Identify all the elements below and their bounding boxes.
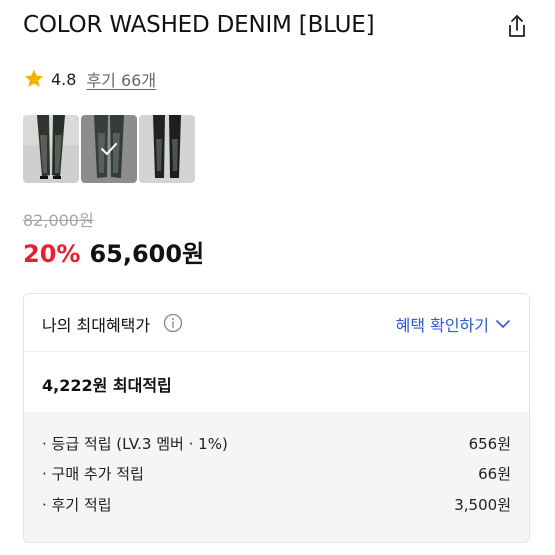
thumbnail-3[interactable] [139, 115, 195, 183]
thumbnail-gallery [23, 115, 195, 183]
breakdown-value: 3,500원 [454, 495, 511, 514]
breakdown-label: · 구매 추가 적립 [42, 464, 144, 483]
rating-value: 4.8 [51, 69, 77, 89]
max-benefit-card: 나의 최대혜택가 혜택 확인하기 4,222원 최대적립 · 등급 적립 (LV… [23, 293, 530, 543]
benefit-title: 나의 최대혜택가 [42, 316, 151, 335]
breakdown-label: · 후기 적립 [42, 495, 112, 514]
breakdown-row: · 구매 추가 적립 66원 [42, 461, 511, 485]
discount-rate: 20% [23, 240, 81, 268]
rating-row: 4.8 후기 66개 [23, 66, 156, 92]
product-title: COLOR WASHED DENIM [BLUE] [23, 12, 375, 38]
original-price: 82,000원 [23, 211, 94, 230]
breakdown-value: 66원 [478, 464, 511, 483]
breakdown-row: · 후기 적립 3,500원 [42, 492, 511, 516]
check-benefit-button[interactable]: 혜택 확인하기 [396, 312, 511, 336]
jeans-photo [139, 115, 195, 183]
sale-price: 65,600원 [89, 240, 205, 268]
benefit-card-header: 나의 최대혜택가 혜택 확인하기 [24, 294, 529, 352]
selected-overlay [81, 115, 137, 183]
check-icon [101, 143, 117, 155]
star-icon [24, 69, 44, 87]
price-row: 20% 65,600원 [23, 234, 204, 269]
check-benefit-label: 혜택 확인하기 [395, 316, 489, 335]
reviews-link[interactable]: 후기 66개 [86, 67, 156, 91]
info-icon[interactable] [163, 313, 183, 333]
points-breakdown: · 등급 적립 (LV.3 멤버 · 1%) 656원 · 구매 추가 적립 6… [24, 412, 529, 542]
product-detail-page: COLOR WASHED DENIM [BLUE] 4.8 후기 66개 82,… [0, 0, 555, 555]
thumbnail-2-selected[interactable] [81, 115, 137, 183]
thumbnail-1[interactable] [23, 115, 79, 183]
breakdown-label: · 등급 적립 (LV.3 멤버 · 1%) [42, 434, 228, 453]
max-points: 4,222원 최대적립 [42, 376, 172, 395]
jeans-photo [23, 115, 79, 183]
share-icon [509, 15, 525, 37]
chevron-down-icon [496, 320, 510, 328]
breakdown-value: 656원 [468, 434, 511, 453]
share-button[interactable] [504, 13, 530, 41]
breakdown-row: · 등급 적립 (LV.3 멤버 · 1%) 656원 [42, 431, 511, 455]
